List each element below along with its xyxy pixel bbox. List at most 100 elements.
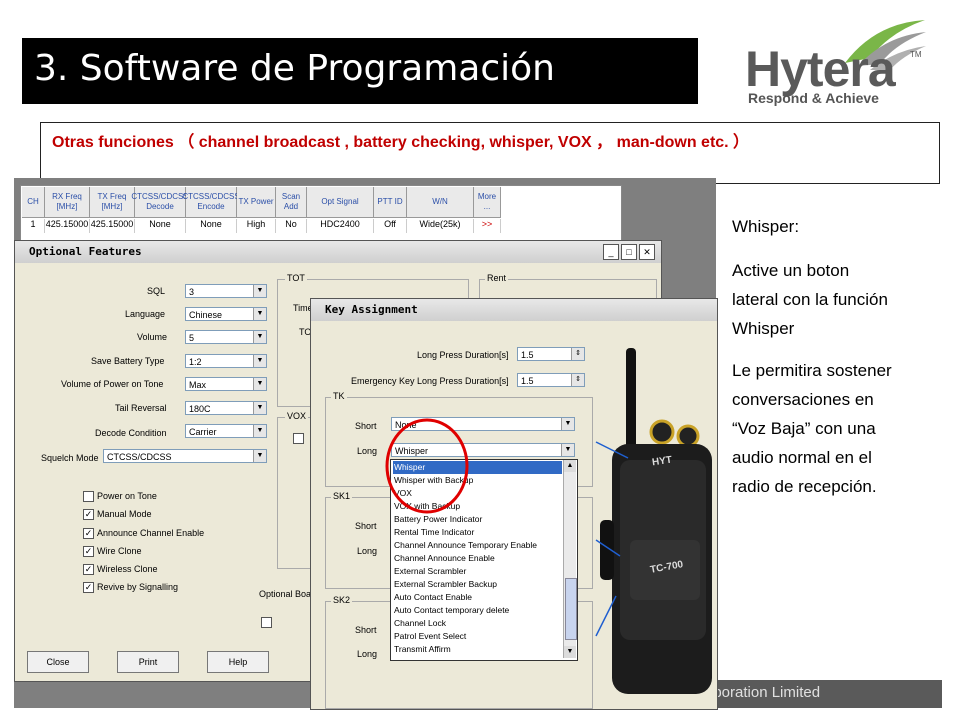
print-button[interactable]: Print [117, 651, 179, 673]
field-label: SQL [147, 286, 166, 296]
pointer-line [595, 441, 629, 459]
column-header[interactable]: W/N [407, 187, 474, 218]
decode-condition-select[interactable]: Carrier ▼ [185, 424, 267, 438]
column-header[interactable]: CH [22, 187, 45, 218]
column-header[interactable]: CTCSS/CDCSS Decode [131, 187, 189, 218]
column-header[interactable]: CTCSS/CDCSS Encode [182, 187, 240, 218]
chevron-down-icon[interactable]: ▼ [253, 402, 266, 414]
group-label: Optional Boa [259, 589, 312, 599]
window-titlebar[interactable]: Optional Features _ □ ✕ [15, 241, 661, 263]
chevron-down-icon[interactable]: ▼ [253, 308, 266, 320]
slide-title: 3. Software de Programación [34, 48, 555, 89]
checkbox-label: Announce Channel Enable [97, 528, 205, 538]
paragraph-line: Active un boton [732, 261, 850, 280]
paragraph-line: radio de recepción. [732, 477, 877, 496]
language-select[interactable]: Chinese ▼ [185, 307, 267, 321]
save-battery-select[interactable]: 1:2 ▼ [185, 354, 267, 368]
select-value: Chinese [189, 310, 223, 320]
channel-table: CH RX Freq [MHz] TX Freq [MHz] CTCSS/CDC… [20, 185, 622, 241]
window-titlebar[interactable]: Key Assignment [311, 299, 717, 321]
power-on-volume-select[interactable]: Max ▼ [185, 377, 267, 391]
column-header[interactable]: TX Power [237, 187, 276, 218]
spinner-arrows-icon[interactable]: ⇕ [571, 374, 584, 386]
table-cell[interactable]: Wide(25k) [407, 219, 474, 233]
paragraph-line: Le permitira sostener [732, 361, 892, 380]
table-cell[interactable]: High [237, 219, 276, 233]
manual-mode-checkbox[interactable]: ✓ [83, 509, 94, 520]
chevron-down-icon[interactable]: ▼ [253, 378, 266, 390]
paragraph-line: conversaciones en [732, 390, 874, 409]
select-value: 1:2 [189, 357, 202, 367]
volume-select[interactable]: 5 ▼ [185, 330, 267, 344]
emergency-press-spinner[interactable]: 1.5 ⇕ [517, 373, 585, 387]
group-label: SK2 [331, 595, 353, 605]
checkbox-label: Wire Clone [97, 546, 142, 556]
spinner-value: 1.5 [521, 350, 534, 360]
optional-board-checkbox[interactable] [261, 617, 272, 628]
chevron-down-icon[interactable]: ▼ [253, 331, 266, 343]
table-cell[interactable]: No [276, 219, 307, 233]
revive-signalling-checkbox[interactable]: ✓ [83, 582, 94, 593]
paragraph-line: Whisper [732, 319, 795, 338]
pointer-line [595, 539, 621, 557]
vox-checkbox[interactable] [293, 433, 304, 444]
checkbox-label: Manual Mode [97, 509, 152, 519]
select-value: 180C [189, 404, 211, 414]
group-label: Rent [485, 273, 509, 283]
spinner-value: 1.5 [521, 376, 534, 386]
checkbox-label: Revive by Signalling [97, 582, 179, 592]
logo-trademark: TM [910, 50, 922, 59]
column-header[interactable]: RX Freq [MHz] [45, 187, 90, 218]
table-cell[interactable]: 1 [22, 219, 45, 233]
help-button[interactable]: Help [207, 651, 269, 673]
table-cell[interactable]: 425.15000 [90, 219, 135, 233]
long-press-spinner[interactable]: 1.5 ⇕ [517, 347, 585, 361]
whisper-heading: Whisper: [732, 217, 800, 236]
red-circle-annotation [385, 418, 469, 514]
subtitle-text: Otras funciones （ channel broadcast , ba… [52, 134, 750, 151]
field-label: Tail Reversal [115, 403, 167, 413]
tail-reversal-select[interactable]: 180C ▼ [185, 401, 267, 415]
sql-select[interactable]: 3 ▼ [185, 284, 267, 298]
window-title: Key Assignment [325, 303, 418, 316]
table-cell[interactable]: 425.15000 [45, 219, 90, 233]
group-label: VOX [285, 411, 309, 421]
checkbox-label: Power on Tone [97, 491, 157, 501]
table-cell[interactable]: Off [374, 219, 407, 233]
logo-tagline: Respond & Achieve [748, 90, 879, 106]
maximize-icon[interactable]: □ [621, 244, 637, 260]
chevron-down-icon[interactable]: ▼ [253, 425, 266, 437]
announce-channel-checkbox[interactable]: ✓ [83, 528, 94, 539]
group-label: SK1 [331, 491, 353, 501]
table-cell[interactable]: HDC2400 [307, 219, 374, 233]
chevron-down-icon[interactable]: ▼ [253, 450, 266, 462]
paragraph-line: “Voz Baja” con una [732, 419, 876, 438]
power-on-tone-checkbox[interactable] [83, 491, 94, 502]
close-button[interactable]: Close [27, 651, 89, 673]
column-header[interactable]: Opt Signal [307, 187, 374, 218]
scroll-down-icon[interactable]: ▼ [564, 646, 576, 658]
table-cell[interactable]: None [135, 219, 186, 233]
field-label: Long [357, 649, 378, 659]
wireless-clone-checkbox[interactable]: ✓ [83, 564, 94, 575]
column-header[interactable]: TX Freq [MHz] [90, 187, 135, 218]
squelch-mode-select[interactable]: CTCSS/CDCSS ▼ [103, 449, 267, 463]
field-label: Volume [137, 332, 168, 342]
list-item[interactable]: Transmit Affirm [393, 643, 562, 656]
spinner-arrows-icon[interactable]: ⇕ [571, 348, 584, 360]
more-button[interactable]: >> [474, 219, 501, 233]
wire-clone-checkbox[interactable]: ✓ [83, 546, 94, 557]
window-title: Optional Features [29, 245, 142, 258]
minimize-icon[interactable]: _ [603, 244, 619, 260]
close-icon[interactable]: ✕ [639, 244, 655, 260]
paragraph-line: lateral con la función [732, 290, 888, 309]
table-cell[interactable]: None [186, 219, 237, 233]
chevron-down-icon[interactable]: ▼ [253, 285, 266, 297]
column-header[interactable]: More ... [474, 187, 501, 218]
chevron-down-icon[interactable]: ▼ [253, 355, 266, 367]
field-label: Emergency Key Long Press Duration[s] [351, 376, 509, 386]
column-header[interactable]: Scan Add [276, 187, 307, 218]
field-label: Decode Condition [95, 428, 167, 438]
field-label: Long Press Duration[s] [417, 350, 509, 360]
column-header[interactable]: PTT ID [374, 187, 407, 218]
